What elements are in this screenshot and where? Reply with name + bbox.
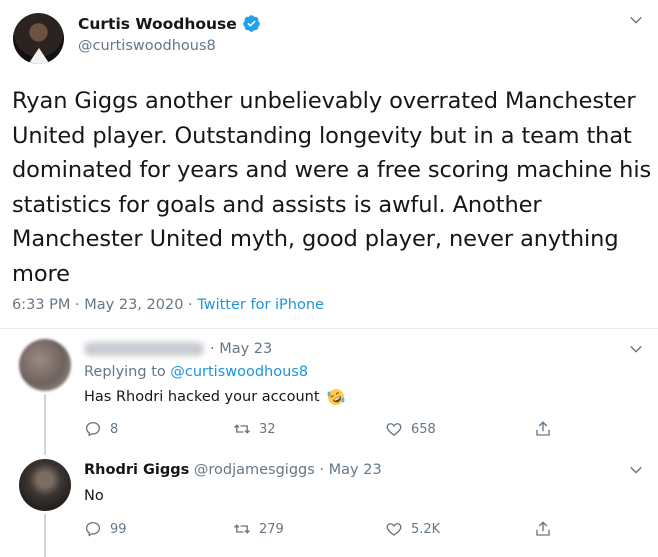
like-count: 658 [411, 421, 436, 437]
reply-icon [85, 421, 101, 437]
mention-link[interactable]: @curtiswoodhous8 [170, 364, 308, 380]
tweet-source-link[interactable]: Twitter for iPhone [197, 297, 324, 313]
author-avatar[interactable] [13, 13, 64, 64]
share-icon [536, 421, 550, 436]
reply-handle[interactable]: @rodjamesgiggs [194, 462, 315, 478]
author-display-name[interactable]: Curtis Woodhouse [78, 15, 237, 33]
like-count: 5.2K [411, 521, 441, 537]
thread-line [44, 514, 46, 557]
author-name-row: Curtis Woodhouse [78, 14, 261, 33]
retweet-icon [234, 524, 250, 534]
meta-separator: · [75, 297, 80, 313]
share-action[interactable] [534, 520, 552, 538]
divider [0, 328, 658, 329]
reply-action[interactable]: 8 [84, 420, 118, 438]
like-action[interactable]: 658 [385, 420, 436, 438]
chevron-down-icon[interactable] [627, 461, 645, 479]
redacted-username[interactable] [84, 342, 204, 356]
reply-text: Has Rhodri hacked your account [84, 388, 345, 406]
reply-icon [85, 521, 101, 537]
like-action[interactable]: 5.2K [385, 520, 440, 538]
heart-icon [386, 523, 402, 536]
reply-date[interactable]: · May 23 [319, 462, 381, 478]
heart-icon [386, 423, 402, 436]
reply-text-content: Has Rhodri hacked your account [84, 389, 320, 405]
reply-action[interactable]: 99 [84, 520, 127, 538]
reply-display-name[interactable]: Rhodri Giggs [84, 462, 189, 478]
replying-label: Replying to [84, 364, 166, 380]
retweet-count: 279 [259, 521, 284, 537]
tweet-date[interactable]: May 23, 2020 [84, 297, 183, 313]
retweet-action[interactable]: 279 [233, 520, 284, 538]
thread-line [44, 394, 46, 455]
reply-text: No [84, 488, 104, 504]
share-icon [536, 521, 550, 536]
reply-count: 99 [110, 521, 127, 537]
reply-header: Rhodri Giggs @rodjamesgiggs · May 23 [84, 462, 382, 478]
verified-badge-icon [242, 15, 260, 32]
retweet-icon [234, 424, 250, 434]
tweet-time[interactable]: 6:33 PM [12, 297, 70, 313]
reply-avatar[interactable] [19, 459, 71, 511]
tweet-text: Ryan Giggs another unbelievably overrate… [12, 88, 652, 287]
chevron-down-icon[interactable] [627, 340, 645, 358]
meta-separator: · [188, 297, 193, 313]
retweet-count: 32 [259, 421, 276, 437]
author-handle[interactable]: @curtiswoodhous8 [78, 38, 216, 54]
replying-to: Replying to @curtiswoodhous8 [84, 364, 308, 380]
rolling-on-floor-laughing-emoji-icon [327, 389, 345, 405]
reply-header: · May 23 [84, 341, 272, 357]
tweet-meta: 6:33 PM · May 23, 2020 · Twitter for iPh… [12, 297, 324, 313]
reply-avatar[interactable] [19, 339, 71, 391]
retweet-action[interactable]: 32 [233, 420, 276, 438]
reply-date[interactable]: · May 23 [210, 341, 272, 357]
share-action[interactable] [534, 420, 552, 438]
reply-count: 8 [110, 421, 119, 437]
chevron-down-icon[interactable] [627, 11, 645, 29]
